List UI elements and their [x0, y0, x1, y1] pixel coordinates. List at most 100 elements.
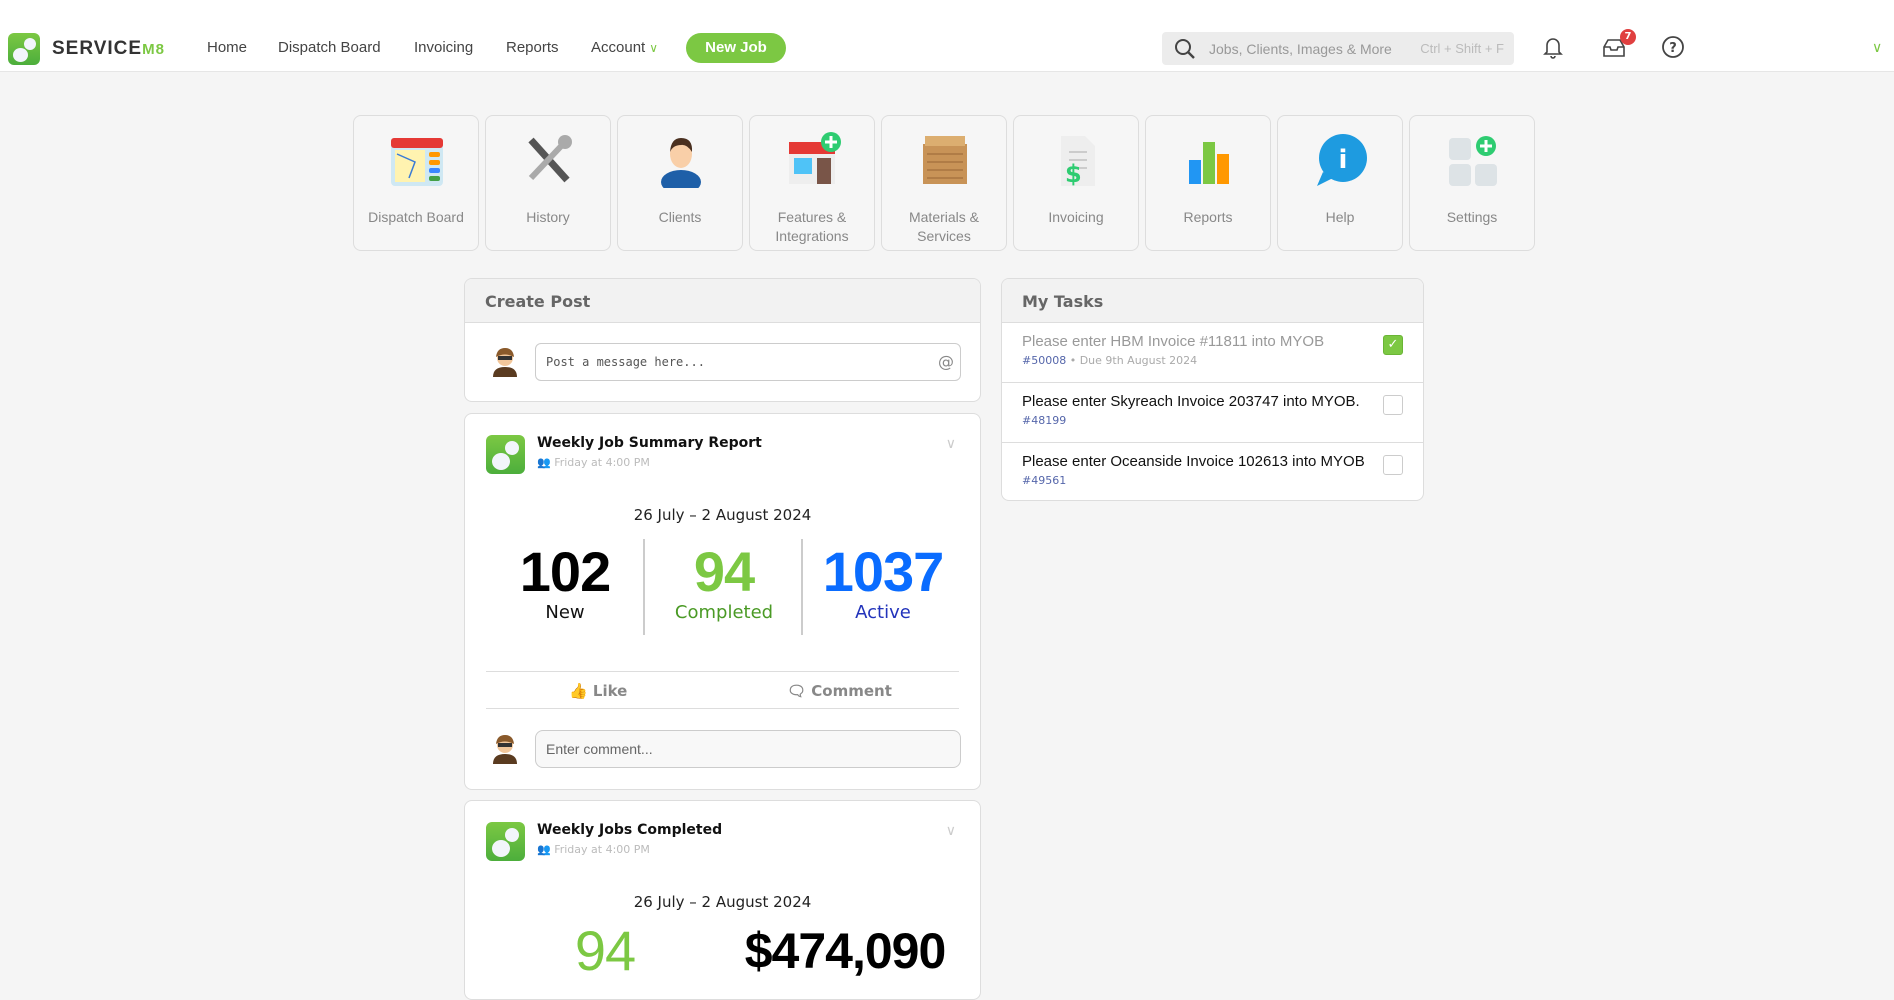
- servicem8-post-logo-icon: [486, 435, 525, 474]
- post-menu-chevron-icon[interactable]: ∨: [946, 823, 956, 839]
- bar-chart-icon: [1189, 142, 1229, 184]
- post-time-text: Friday at 4:00 PM: [554, 843, 650, 856]
- tile-materials-services[interactable]: Materials & Services: [881, 115, 1007, 251]
- tile-help[interactable]: i Help: [1277, 115, 1403, 251]
- stat-value: $474,090: [744, 923, 947, 979]
- comment-input[interactable]: Enter comment...: [535, 730, 961, 768]
- search-input[interactable]: Jobs, Clients, Images & More Ctrl + Shif…: [1162, 32, 1514, 65]
- comment-button[interactable]: 🗨 Comment: [787, 682, 892, 700]
- post-menu-chevron-icon[interactable]: ∨: [946, 436, 956, 452]
- post-title: Weekly Jobs Completed: [537, 822, 723, 838]
- my-tasks-card: My Tasks Please enter HBM Invoice #11811…: [1001, 278, 1424, 501]
- inbox-count-badge: 7: [1620, 29, 1636, 45]
- thumbs-up-icon: 👍: [569, 682, 593, 700]
- task-checkbox-checked[interactable]: ✓: [1383, 335, 1403, 355]
- task-checkbox[interactable]: [1383, 455, 1403, 475]
- task-item[interactable]: Please enter Skyreach Invoice 203747 int…: [1002, 382, 1423, 442]
- comment-label: Comment: [811, 682, 892, 700]
- nav-reports[interactable]: Reports: [506, 39, 559, 56]
- divider: [486, 671, 959, 672]
- weekly-jobs-completed-post: Weekly Jobs Completed 👥 Friday at 4:00 P…: [464, 800, 981, 1000]
- stat-revenue: $474,090: [735, 921, 955, 981]
- task-text: Please enter Skyreach Invoice 203747 int…: [1022, 393, 1360, 410]
- task-checkbox[interactable]: [1383, 395, 1403, 415]
- tile-dispatch-board[interactable]: Dispatch Board: [353, 115, 479, 251]
- stat-completed: 94 Completed: [645, 540, 803, 624]
- stat-value: 102: [519, 540, 611, 603]
- search-icon: [1175, 39, 1195, 59]
- stat-value: 94: [574, 919, 636, 982]
- stat-new: 102 New: [485, 540, 645, 624]
- create-post-card: Create Post Post a message here... @: [464, 278, 981, 402]
- task-job-link[interactable]: #48199: [1022, 414, 1066, 427]
- group-icon: 👥: [537, 456, 555, 469]
- nav-dispatch-board[interactable]: Dispatch Board: [278, 39, 381, 56]
- tools-icon: [528, 135, 572, 183]
- like-button[interactable]: 👍 Like: [569, 682, 627, 700]
- tile-reports[interactable]: Reports: [1145, 115, 1271, 251]
- bell-icon[interactable]: [1543, 35, 1563, 59]
- nav-home[interactable]: Home: [207, 39, 247, 56]
- svg-text:?: ?: [1669, 41, 1677, 56]
- user-menu-chevron-icon[interactable]: ∨: [1872, 40, 1882, 56]
- stat-active: 1037 Active: [803, 540, 963, 624]
- stat-label: Active: [855, 602, 911, 623]
- nav-account-label: Account: [591, 39, 646, 56]
- group-icon: 👥: [537, 843, 555, 856]
- tile-label: Clients: [658, 209, 702, 225]
- new-job-button[interactable]: New Job: [686, 33, 786, 63]
- top-header: SERVICEM8 Home Dispatch Board Invoicing …: [0, 0, 1894, 72]
- tile-label: Materials & Services: [908, 209, 980, 244]
- date-range: 26 July – 2 August 2024: [633, 506, 812, 524]
- servicem8-post-logo-icon: [486, 822, 525, 861]
- crate-icon: [923, 136, 967, 184]
- tile-features-integrations[interactable]: Features & Integrations: [749, 115, 875, 251]
- task-text: Please enter Oceanside Invoice 102613 in…: [1022, 453, 1365, 470]
- tile-label: Reports: [1183, 209, 1233, 225]
- divider: [486, 708, 959, 709]
- stat-value: 94: [693, 540, 755, 603]
- search-shortcut: Ctrl + Shift + F: [1420, 41, 1504, 56]
- task-job-link[interactable]: #50008: [1022, 354, 1066, 367]
- svg-text:$: $: [1065, 160, 1082, 188]
- tile-clients[interactable]: Clients: [617, 115, 743, 251]
- brand-name: SERVICEM8: [52, 38, 165, 59]
- create-post-title: Create Post: [465, 279, 980, 323]
- nav-account[interactable]: Account ∨: [591, 39, 658, 56]
- post-time-text: Friday at 4:00 PM: [554, 456, 650, 469]
- my-tasks-title: My Tasks: [1002, 279, 1423, 323]
- user-avatar: [493, 735, 517, 764]
- tile-invoicing[interactable]: $ Invoicing: [1013, 115, 1139, 251]
- search-placeholder: Jobs, Clients, Images & More: [1209, 41, 1392, 57]
- post-message-input[interactable]: Post a message here... @: [535, 343, 961, 381]
- tile-label: Features & Integrations: [775, 209, 849, 244]
- task-job-link[interactable]: #49561: [1022, 474, 1066, 487]
- task-item[interactable]: Please enter Oceanside Invoice 102613 in…: [1002, 442, 1423, 500]
- servicem8-logo-icon[interactable]: [8, 33, 40, 65]
- mention-icon[interactable]: @: [938, 352, 954, 371]
- help-icon[interactable]: ?: [1661, 35, 1685, 59]
- date-range: 26 July – 2 August 2024: [633, 893, 812, 911]
- info-bubble-icon: i: [1317, 134, 1367, 186]
- svg-text:i: i: [1339, 145, 1348, 175]
- person-icon: [661, 138, 701, 188]
- post-time: 👥 Friday at 4:00 PM: [537, 843, 650, 856]
- calendar-map-icon: [391, 138, 443, 186]
- weekly-job-summary-post: Weekly Job Summary Report 👥 Friday at 4:…: [464, 413, 981, 790]
- stat-value: 1037: [822, 540, 945, 603]
- settings-grid-icon: [1449, 136, 1497, 186]
- tile-label: Help: [1325, 209, 1355, 225]
- stat-completed: 94: [545, 921, 665, 981]
- tile-label: History: [526, 209, 570, 225]
- comment-icon: 🗨: [787, 682, 812, 700]
- task-item[interactable]: Please enter HBM Invoice #11811 into MYO…: [1002, 322, 1423, 382]
- nav-invoicing[interactable]: Invoicing: [414, 39, 473, 56]
- invoice-dollar-icon: $: [1061, 136, 1095, 188]
- post-placeholder: Post a message here...: [546, 355, 705, 369]
- like-label: Like: [592, 682, 628, 700]
- stat-label: Completed: [674, 602, 774, 623]
- chevron-down-icon: ∨: [649, 41, 658, 55]
- tile-settings[interactable]: Settings: [1409, 115, 1535, 251]
- tile-history[interactable]: History: [485, 115, 611, 251]
- task-text: Please enter HBM Invoice #11811 into MYO…: [1022, 333, 1325, 350]
